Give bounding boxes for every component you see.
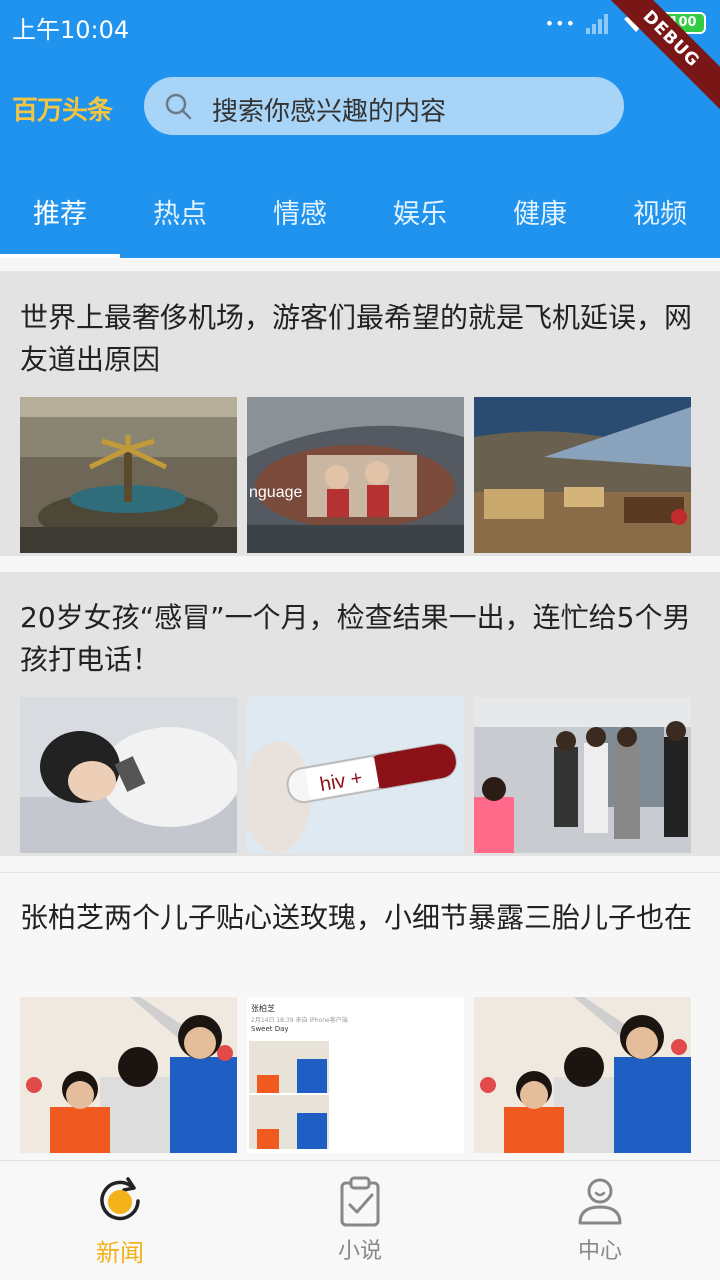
app-logo: 百万头条 [12, 96, 113, 126]
news-thumbnails: nguage [20, 397, 700, 553]
tab-emotion[interactable]: 情感 [240, 192, 360, 231]
family-roses-image [474, 997, 691, 1153]
search-icon [165, 93, 192, 120]
news-refresh-icon [100, 1177, 140, 1221]
news-feed[interactable]: 世界上最奢侈机场，游客们最希望的就是飞机延误，网友道出原因 nguage 20岁… [0, 258, 720, 1160]
news-card[interactable]: 20岁女孩“感冒”一个月，检查结果一出，连忙给5个男孩打电话！ hiv + [0, 572, 720, 856]
nav-news[interactable]: 新闻 [0, 1175, 240, 1268]
news-title: 20岁女孩“感冒”一个月，检查结果一出，连忙给5个男孩打电话！ [20, 601, 691, 676]
search-placeholder: 搜索你感兴趣的内容 [212, 97, 447, 127]
status-time: 上午10:04 [12, 16, 130, 44]
family-roses-image [20, 997, 237, 1153]
girl-bed-image [20, 697, 237, 853]
billboard-text: nguage [249, 484, 302, 501]
news-thumbnails: hiv + [20, 697, 700, 853]
news-title: 张柏芝两个儿子贴心送玫瑰，小细节暴露三胎儿子也在 [20, 901, 693, 934]
tab-video[interactable]: 视频 [600, 192, 720, 231]
news-thumbnails: 张柏芝 2月14日 18:39 来自 iPhone客户端 Sweet Day [20, 997, 700, 1153]
nav-center[interactable]: 中心 [480, 1175, 720, 1265]
user-profile-icon [578, 1178, 622, 1225]
hospital-line-image [474, 697, 691, 853]
news-card[interactable]: 张柏芝两个儿子贴心送玫瑰，小细节暴露三胎儿子也在 张柏芝 2月14日 18:39… [0, 872, 720, 1160]
airport-billboard-image: nguage [247, 397, 464, 553]
tab-hot[interactable]: 热点 [120, 192, 240, 231]
news-card[interactable]: 世界上最奢侈机场，游客们最希望的就是飞机延误，网友道出原因 nguage [0, 272, 720, 556]
search-bar[interactable]: 搜索你感兴趣的内容 [144, 77, 624, 135]
airport-lounge-image [474, 397, 691, 553]
nav-novel[interactable]: 小说 [240, 1175, 480, 1265]
news-title: 世界上最奢侈机场，游客们最希望的就是飞机延误，网友道出原因 [20, 301, 693, 376]
nav-center-label: 中心 [577, 1239, 622, 1264]
category-tabs: 推荐 热点 情感 娱乐 健康 视频 [0, 180, 720, 258]
bottom-navigation: 新闻 小说 中心 [0, 1160, 720, 1280]
tab-health[interactable]: 健康 [480, 192, 600, 231]
tab-entertainment[interactable]: 娱乐 [360, 192, 480, 231]
nav-news-label: 新闻 [96, 1239, 144, 1267]
airport-hall-image [20, 397, 237, 553]
blood-test-tube-image: hiv + [247, 697, 464, 853]
nav-novel-label: 小说 [337, 1239, 382, 1264]
app-header: 上午10:04 ••• 100 DEBUG 百万头条 搜索你感兴趣的内容 推荐 … [0, 0, 720, 258]
status-bar: 上午10:04 ••• 100 DEBUG [0, 0, 720, 117]
tab-recommend[interactable]: 推荐 [0, 192, 120, 231]
weibo-post-image: 张柏芝 2月14日 18:39 来自 iPhone客户端 Sweet Day [247, 997, 464, 1153]
more-dots-icon: ••• [544, 13, 576, 33]
novel-clipboard-icon [340, 1176, 380, 1227]
